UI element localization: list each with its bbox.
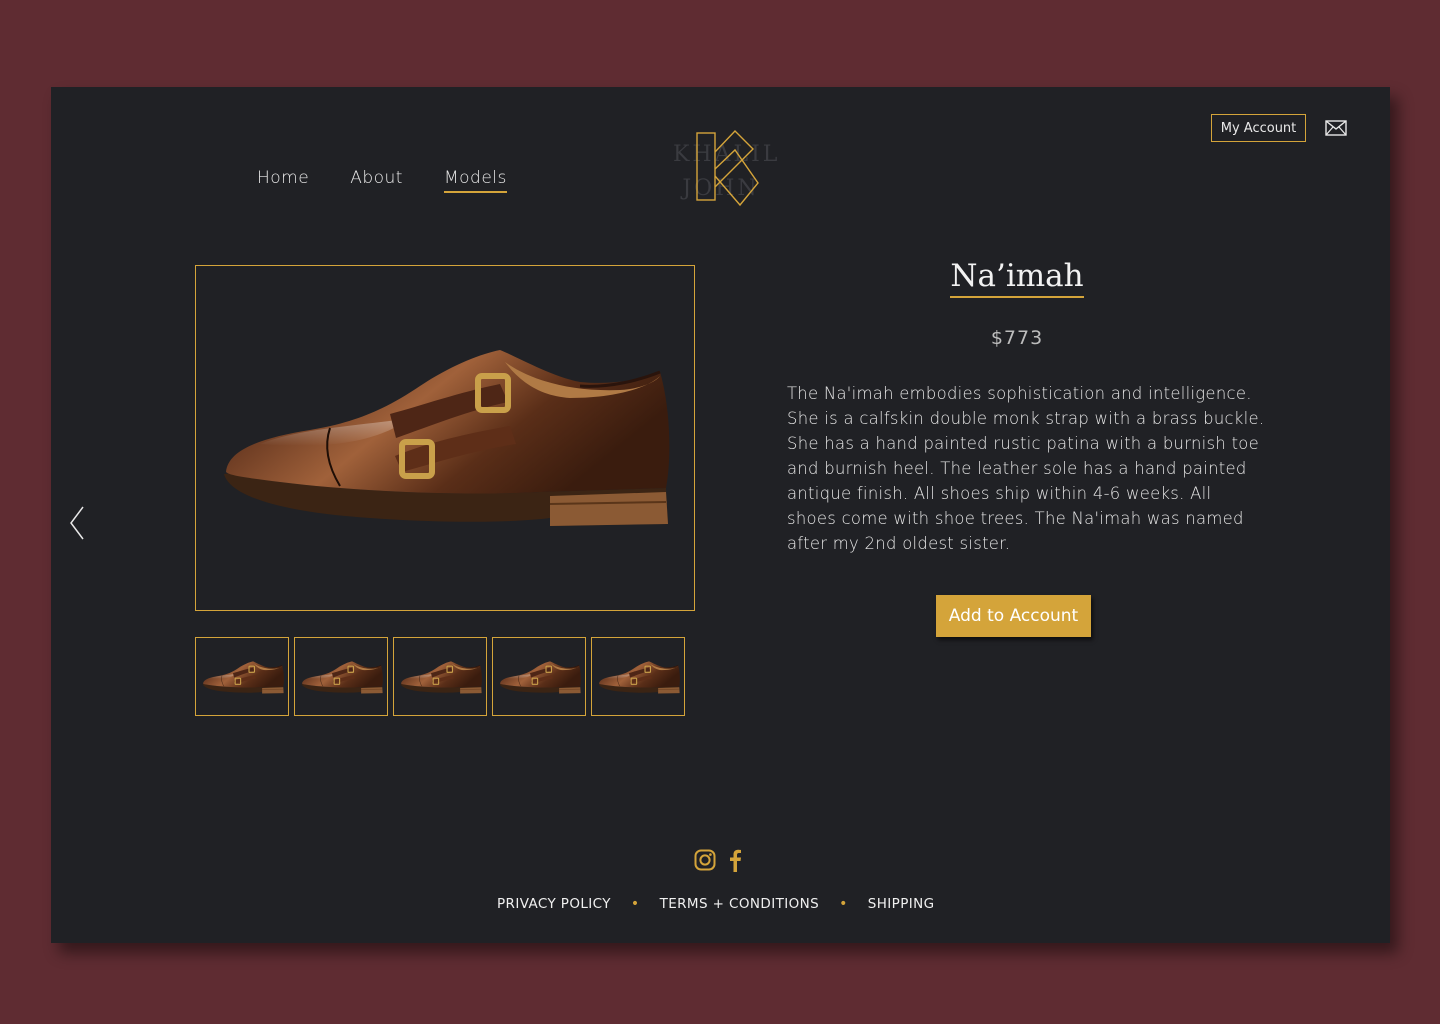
- privacy-policy-link[interactable]: PRIVACY POLICY: [497, 896, 611, 912]
- separator-dot: •: [839, 896, 848, 912]
- footer-links: PRIVACY POLICY • TERMS + CONDITIONS • SH…: [497, 896, 935, 912]
- main-product-image: [195, 265, 695, 611]
- instagram-icon[interactable]: [694, 849, 716, 878]
- thumbnail-2[interactable]: [294, 637, 388, 716]
- nav-about-link[interactable]: About: [350, 168, 403, 193]
- separator-dot: •: [630, 896, 640, 912]
- my-account-button[interactable]: My Account: [1211, 114, 1306, 142]
- thumbnail-3[interactable]: [393, 637, 487, 716]
- k-monogram-icon: [696, 129, 759, 207]
- thumbnail-4[interactable]: [492, 637, 586, 716]
- add-to-account-button[interactable]: Add to Account: [936, 595, 1091, 637]
- terms-conditions-link[interactable]: TERMS + CONDITIONS: [660, 896, 820, 912]
- envelope-icon[interactable]: [1325, 120, 1347, 136]
- product-name: Na’imah: [950, 258, 1084, 298]
- product-price: $773: [990, 327, 1044, 349]
- shipping-link[interactable]: SHIPPING: [868, 896, 935, 912]
- thumbnail-1[interactable]: [195, 637, 289, 716]
- main-nav: Home About Models: [257, 168, 507, 193]
- brand-logo[interactable]: KHALIL JOHN: [668, 128, 777, 208]
- nav-models-link[interactable]: Models: [443, 168, 507, 193]
- chevron-left-icon[interactable]: [68, 506, 86, 540]
- product-title: Na’imah: [787, 258, 1247, 298]
- nav-home-link[interactable]: Home: [257, 168, 309, 193]
- product-description: The Na'imah embodies sophistication and …: [787, 384, 1265, 553]
- facebook-icon[interactable]: [728, 849, 742, 878]
- social-links: [694, 849, 742, 878]
- thumbnail-5[interactable]: [591, 637, 685, 716]
- thumbnail-strip: [195, 637, 685, 716]
